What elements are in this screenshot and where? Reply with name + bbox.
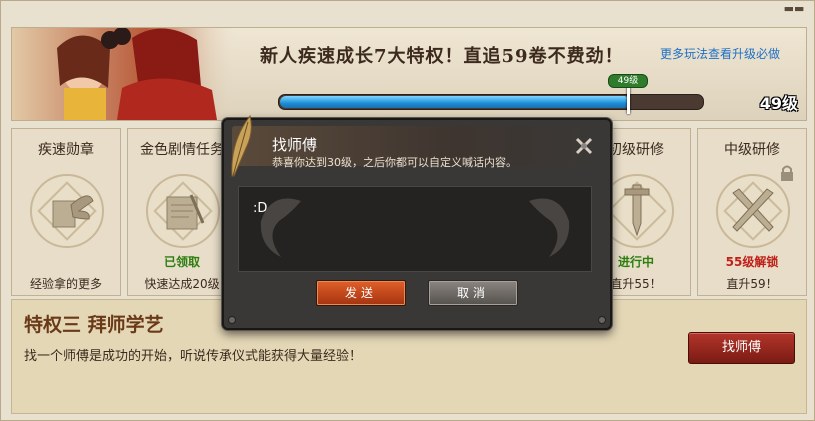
privilege-title: 特权三 拜师学艺 [24, 314, 164, 336]
target-level-text: 49级 [759, 94, 798, 113]
privilege-desc: 找一个师傅是成功的开始，听说传承仪式能获得大量经验！ [24, 349, 363, 364]
card-status: 55级解锁 [725, 255, 779, 269]
hero-portrait [12, 28, 237, 120]
find-master-button[interactable]: 找师傅 [688, 332, 795, 364]
card-desc: 直升59！ [726, 277, 778, 291]
quill-icon [231, 114, 252, 177]
dialog-title: 找师傅 [272, 136, 318, 154]
card-title: 金色剧情任务 [140, 142, 224, 158]
find-master-dialog: 找师傅 恭喜你达到30级，之后你都可以自定义喊话内容。 :D 发送 取消 [222, 114, 612, 330]
dragon-ornament-icon [529, 198, 570, 257]
message-text: :D [253, 201, 268, 216]
banner-headline: 新人疾速成长7大特权！直追59卷不费劲！ [260, 46, 624, 67]
level-progress-fill [280, 96, 630, 108]
card-desc: 快速达成20级 [144, 277, 220, 291]
message-input[interactable]: :D [238, 186, 592, 272]
card-speed-medal[interactable]: 疾速勋章 经验拿的更多 [11, 128, 121, 296]
rivet [228, 316, 236, 324]
dialog-header: 找师傅 恭喜你达到30级，之后你都可以自定义喊话内容。 [231, 114, 602, 177]
current-level-badge: 49级 [608, 74, 648, 88]
crossed-swords-icon [716, 174, 790, 248]
card-gold-story-quest[interactable]: 金色剧情任务 已领取 快速达成20级 [127, 128, 237, 296]
card-title: 疾速勋章 [38, 142, 94, 158]
send-button[interactable]: 发送 [316, 280, 406, 306]
card-desc: 经验拿的更多 [29, 277, 102, 291]
window-close-icon[interactable]: ▬▬ [780, 3, 808, 15]
banner: 新人疾速成长7大特权！直追59卷不费劲！ 更多玩法查看升级必做 49级 49级 [11, 27, 807, 121]
level-progress-bar [278, 94, 704, 110]
more-gameplay-link[interactable]: 更多玩法查看升级必做 [660, 45, 780, 62]
close-icon[interactable] [574, 136, 594, 156]
winged-scroll-icon [30, 174, 104, 248]
dialog-subtitle: 恭喜你达到30级，之后你都可以自定义喊话内容。 [272, 156, 517, 169]
card-title: 中级研修 [724, 142, 780, 158]
progress-marker [627, 86, 630, 114]
card-status: 已领取 [163, 255, 200, 269]
card-intermediate-training[interactable]: 中级研修 55级解锁 直升59！ [697, 128, 807, 296]
scroll-icon [146, 174, 220, 248]
rivet [598, 316, 606, 324]
cancel-button[interactable]: 取消 [428, 280, 518, 306]
